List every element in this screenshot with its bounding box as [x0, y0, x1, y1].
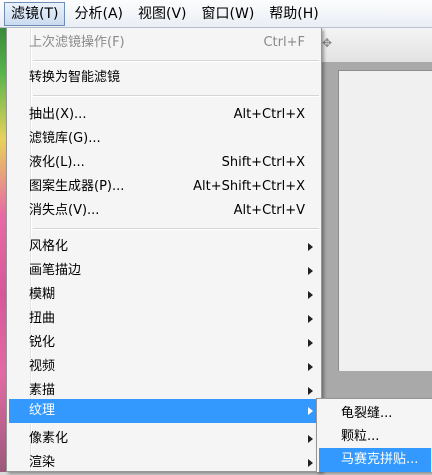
menu-item-label: 消失点(V)... — [29, 203, 100, 218]
menu-item-distort[interactable]: 扭曲 — [9, 307, 319, 331]
submenu-arrow-icon — [308, 363, 313, 371]
menu-item-label: 扭曲 — [29, 311, 56, 326]
menu-item-blur[interactable]: 模糊 — [9, 283, 319, 307]
options-toolbar: ✥ — [320, 28, 432, 63]
menu-item-last-filter: 上次滤镜操作(F) Ctrl+F — [9, 31, 319, 55]
menu-filter[interactable]: 滤镜(T) — [4, 1, 66, 26]
menu-separator — [33, 228, 319, 230]
menu-item-label: 锐化 — [29, 335, 56, 350]
menu-item-label: 视频 — [29, 359, 56, 374]
menu-separator — [33, 60, 319, 62]
menu-item-label: 上次滤镜操作(F) — [29, 35, 125, 50]
menu-item-video[interactable]: 视频 — [9, 355, 319, 379]
filter-menu: 上次滤镜操作(F) Ctrl+F 转换为智能滤镜 抽出(X)... Alt+Ct… — [6, 28, 322, 472]
menu-item-label: 渲染 — [29, 455, 56, 470]
menu-item-label: 颗粒... — [341, 429, 380, 444]
submenu-arrow-icon — [308, 243, 313, 251]
menu-item-label: 龟裂缝... — [341, 406, 393, 421]
menu-item-label: 转换为智能滤镜 — [29, 70, 121, 85]
submenu-item-craquelure[interactable]: 龟裂缝... — [319, 402, 431, 426]
menu-item-label: 液化(L)... — [29, 155, 85, 170]
menu-item-convert-smart-filter[interactable]: 转换为智能滤镜 — [9, 66, 319, 90]
menu-item-label: 风格化 — [29, 239, 69, 254]
menu-item-shortcut: Alt+Shift+Ctrl+X — [193, 179, 305, 194]
submenu-arrow-icon — [308, 387, 313, 395]
menu-analysis[interactable]: 分析(A) — [68, 2, 129, 26]
menu-item-label: 马赛克拼贴... — [341, 452, 419, 467]
move-icon: ✥ — [322, 36, 333, 50]
submenu-arrow-icon — [308, 459, 313, 467]
submenu-item-grain[interactable]: 颗粒... — [319, 425, 431, 449]
menu-item-texture[interactable]: 纹理 — [9, 399, 319, 423]
menu-item-label: 画笔描边 — [29, 263, 82, 278]
submenu-arrow-icon — [308, 435, 313, 443]
submenu-arrow-icon — [308, 291, 313, 299]
submenu-arrow-icon — [308, 407, 313, 415]
submenu-item-mosaic-tiles[interactable]: 马赛克拼贴... — [319, 448, 431, 472]
menu-view[interactable]: 视图(V) — [132, 2, 193, 26]
menu-item-filter-gallery[interactable]: 滤镜库(G)... — [9, 127, 319, 151]
menu-item-pixelate[interactable]: 像素化 — [9, 427, 319, 451]
submenu-arrow-icon — [308, 315, 313, 323]
menu-item-label: 抽出(X)... — [29, 107, 87, 122]
menu-item-shortcut: Ctrl+F — [263, 35, 305, 50]
menu-bar: 滤镜(T) 分析(A) 视图(V) 窗口(W) 帮助(H) — [0, 0, 432, 28]
menu-item-pattern-maker[interactable]: 图案生成器(P)... Alt+Shift+Ctrl+X — [9, 175, 319, 199]
submenu-arrow-icon — [308, 339, 313, 347]
document-panel — [338, 70, 432, 371]
menu-separator — [33, 95, 319, 97]
submenu-arrow-icon — [308, 267, 313, 275]
menu-item-label: 图案生成器(P)... — [29, 179, 125, 194]
menu-item-label: 模糊 — [29, 287, 56, 302]
menu-item-shortcut: Alt+Ctrl+V — [233, 203, 305, 218]
menu-item-liquify[interactable]: 液化(L)... Shift+Ctrl+X — [9, 151, 319, 175]
menu-item-extract[interactable]: 抽出(X)... Alt+Ctrl+X — [9, 103, 319, 127]
menu-item-sharpen[interactable]: 锐化 — [9, 331, 319, 355]
menu-item-shortcut: Alt+Ctrl+X — [233, 107, 305, 122]
menu-item-label: 滤镜库(G)... — [29, 131, 101, 146]
menu-item-label: 纹理 — [29, 403, 56, 418]
texture-submenu: 龟裂缝... 颗粒... 马赛克拼贴... — [316, 398, 432, 472]
menu-item-label: 像素化 — [29, 431, 69, 446]
menu-item-stylize[interactable]: 风格化 — [9, 235, 319, 259]
menu-item-brush-strokes[interactable]: 画笔描边 — [9, 259, 319, 283]
menu-window[interactable]: 窗口(W) — [196, 2, 261, 26]
menu-item-vanishing-point[interactable]: 消失点(V)... Alt+Ctrl+V — [9, 199, 319, 223]
menu-help[interactable]: 帮助(H) — [263, 2, 324, 26]
menu-item-label: 素描 — [29, 383, 56, 398]
menu-item-render[interactable]: 渲染 — [9, 451, 319, 475]
menu-item-shortcut: Shift+Ctrl+X — [221, 155, 305, 170]
